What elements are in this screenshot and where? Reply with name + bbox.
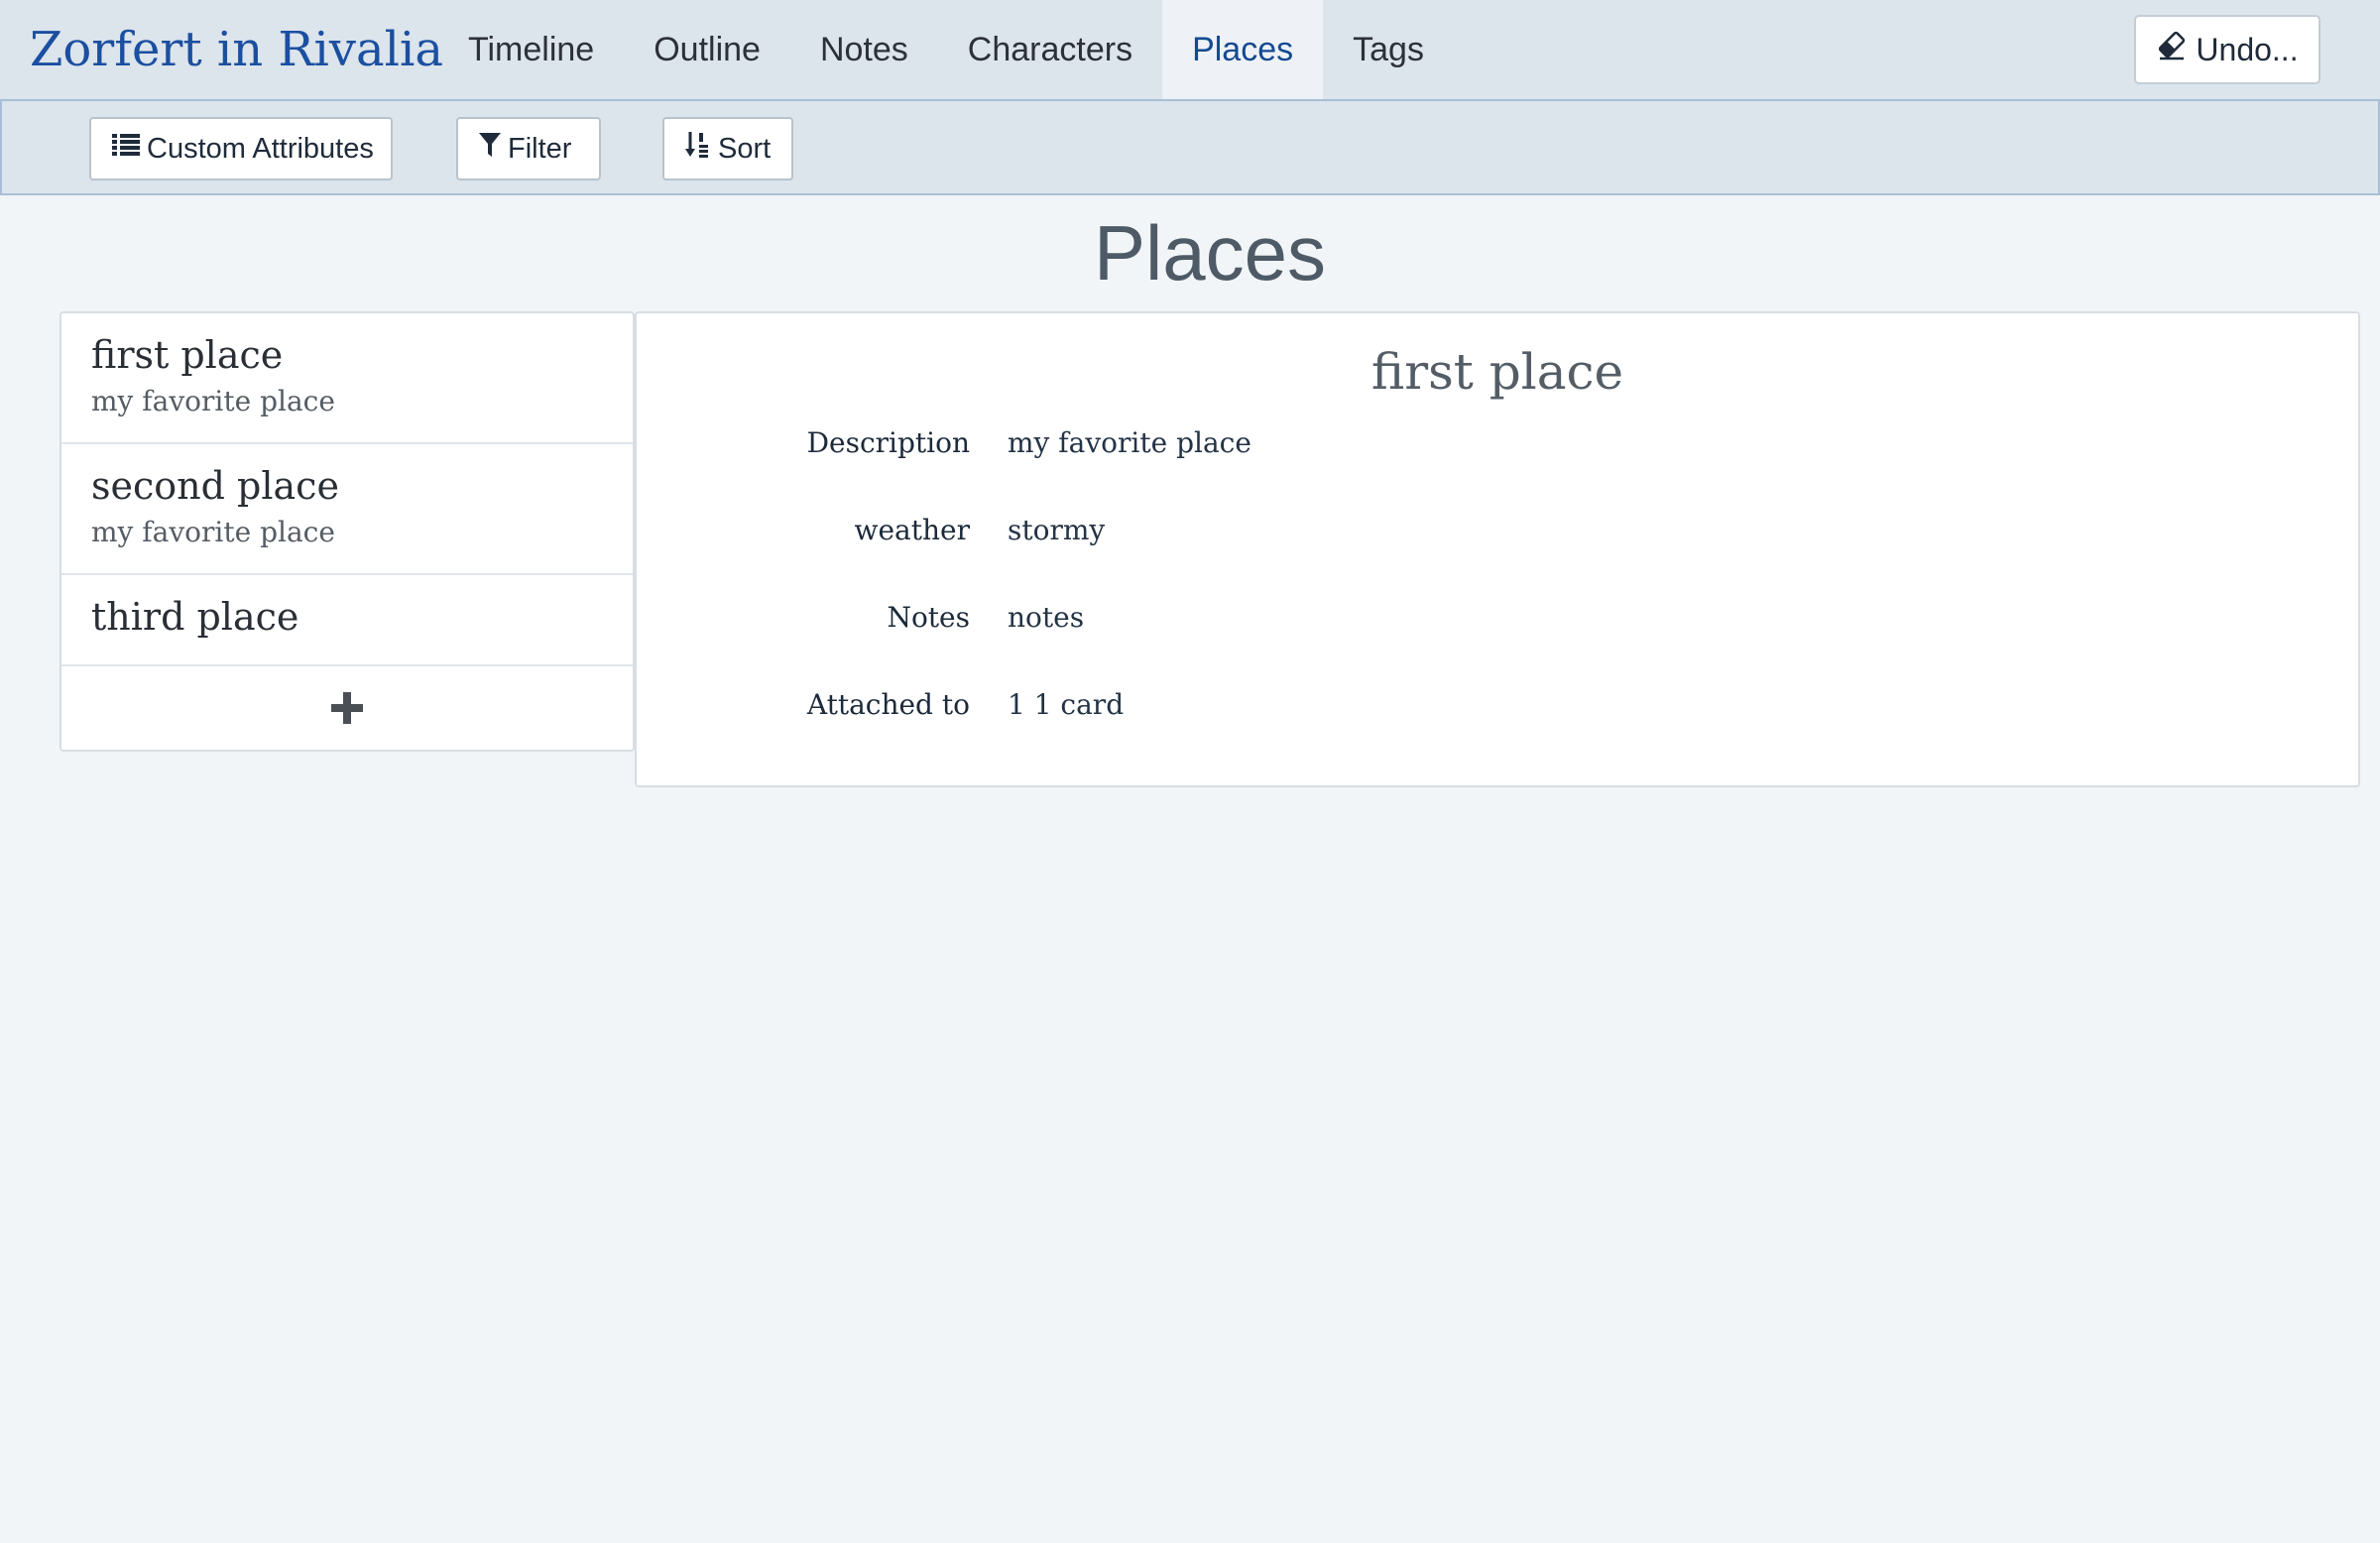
tab-tags[interactable]: Tags — [1323, 0, 1454, 99]
attribute-row-attached-to: Attached to 1 1 card — [637, 688, 2358, 738]
attribute-row-notes: Notes notes — [637, 601, 2358, 651]
detail-title[interactable]: first place — [637, 343, 2358, 401]
attribute-row-description: Description my favorite place — [637, 426, 2358, 476]
place-description: my favorite place — [91, 385, 335, 417]
attribute-label: Description — [806, 426, 970, 459]
attribute-value[interactable]: notes — [1008, 601, 1084, 634]
page-title: Places — [1093, 209, 1327, 297]
eraser-icon — [2156, 31, 2188, 68]
tab-notes[interactable]: Notes — [790, 0, 938, 99]
filter-icon — [478, 131, 502, 167]
sort-button[interactable]: Sort — [662, 117, 793, 180]
attribute-value[interactable]: stormy — [1008, 514, 1105, 546]
add-place-button[interactable] — [61, 666, 633, 750]
filter-button[interactable]: Filter — [456, 117, 601, 180]
attribute-label: Notes — [887, 601, 970, 634]
sort-label: Sort — [718, 132, 772, 165]
attribute-value[interactable]: 1 1 card — [1008, 688, 1124, 721]
attribute-label: Attached to — [806, 688, 970, 721]
list-item[interactable]: third place — [61, 575, 633, 666]
tab-places[interactable]: Places — [1162, 0, 1324, 99]
list-item[interactable]: second place my favorite place — [61, 444, 633, 575]
list-icon — [111, 132, 141, 166]
place-name: second place — [91, 464, 339, 508]
attribute-label: weather — [854, 514, 970, 546]
place-list: first place my favorite place second pla… — [60, 311, 635, 752]
nav-tabs: Timeline Outline Notes Characters Places… — [438, 0, 1454, 99]
tab-characters[interactable]: Characters — [938, 0, 1162, 99]
place-name: first place — [91, 333, 284, 377]
filter-label: Filter — [508, 132, 572, 165]
places-toolbar: Custom Attributes Filter Sort — [0, 99, 2380, 195]
undo-button[interactable]: Undo... — [2134, 15, 2320, 84]
place-name: third place — [91, 595, 299, 639]
custom-attributes-label: Custom Attributes — [147, 132, 374, 165]
attribute-row-weather: weather stormy — [637, 514, 2358, 563]
sort-icon — [684, 130, 712, 168]
place-detail-panel: first place Description my favorite plac… — [635, 311, 2360, 787]
place-description: my favorite place — [91, 516, 335, 548]
plus-icon — [331, 692, 363, 724]
custom-attributes-button[interactable]: Custom Attributes — [89, 117, 393, 180]
tab-timeline[interactable]: Timeline — [438, 0, 624, 99]
top-navbar: Zorfert in Rivalia Timeline Outline Note… — [0, 0, 2380, 99]
app-title[interactable]: Zorfert in Rivalia — [30, 20, 443, 79]
attribute-value[interactable]: my favorite place — [1008, 426, 1251, 459]
tab-outline[interactable]: Outline — [624, 0, 790, 99]
undo-label: Undo... — [2196, 31, 2299, 67]
list-item[interactable]: first place my favorite place — [61, 313, 633, 444]
